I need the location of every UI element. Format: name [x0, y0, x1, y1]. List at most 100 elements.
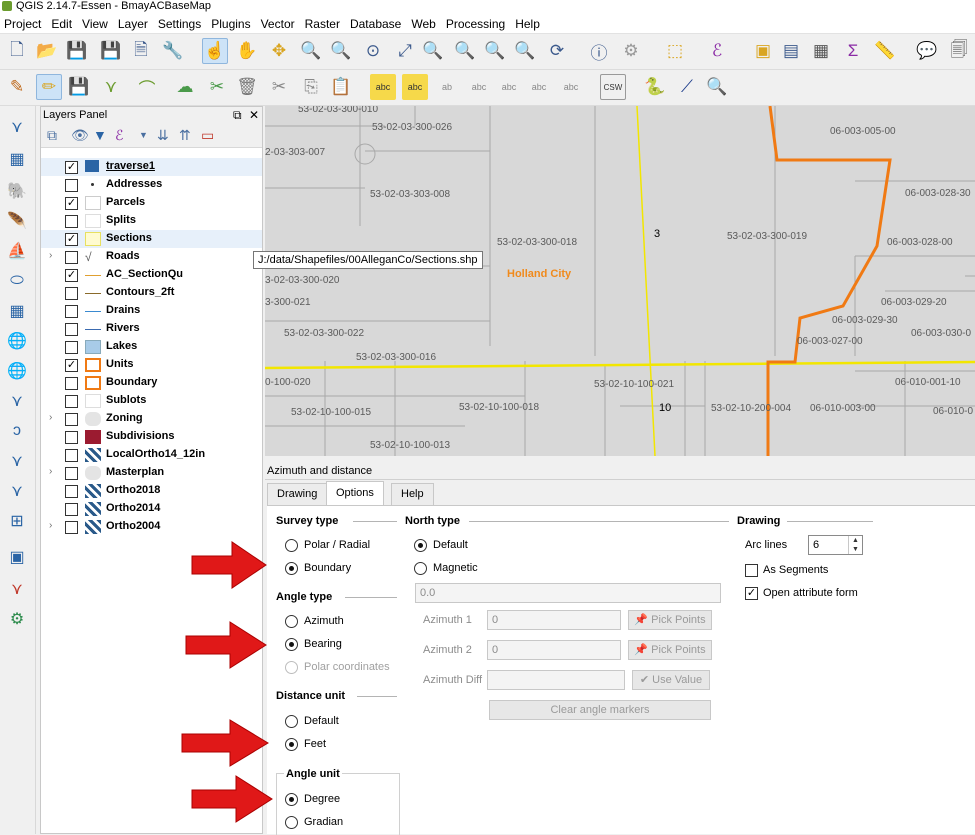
layer-visibility-checkbox[interactable]	[65, 251, 78, 264]
zoom-to-selection-icon[interactable]: 🔍	[420, 38, 446, 64]
azimuth1-field[interactable]: 0	[487, 610, 621, 630]
current-edits-icon[interactable]: ✎	[4, 74, 30, 100]
layer-row[interactable]: Subdivisions	[41, 428, 262, 446]
add-delimited-text-icon[interactable]: ⋎	[4, 388, 30, 414]
layer-visibility-checkbox[interactable]: ✓	[65, 233, 78, 246]
menu-database[interactable]: Database	[346, 17, 407, 31]
expand-chevron-icon[interactable]: ›	[49, 250, 52, 261]
radio-polar-radial[interactable]: Polar / Radial	[285, 537, 370, 553]
layer-visibility-checkbox[interactable]	[65, 341, 78, 354]
clear-angle-markers-button[interactable]: Clear angle markers	[489, 700, 711, 720]
layer-visibility-checkbox[interactable]	[65, 179, 78, 192]
layer-row[interactable]: › Ortho2004	[41, 518, 262, 536]
add-wms-layer-icon[interactable]: ▦	[4, 298, 30, 324]
toggle-editing-icon[interactable]: ✏	[36, 74, 62, 100]
paste-features-icon[interactable]: 📋	[328, 74, 354, 100]
radio-magnetic[interactable]: Magnetic	[414, 560, 478, 576]
zoom-full-icon[interactable]: ⤢	[392, 38, 418, 64]
select-features-icon[interactable]: ⬚	[662, 38, 688, 64]
python-console-icon[interactable]: 🐍	[642, 74, 668, 100]
layer-visibility-checkbox[interactable]	[65, 305, 78, 318]
new-print-composer-icon[interactable]: 🗎	[128, 38, 154, 64]
label-tool-icon[interactable]: abc	[370, 74, 396, 100]
new-project-icon[interactable]: 🗋	[4, 38, 30, 64]
layer-visibility-checkbox[interactable]	[65, 449, 78, 462]
layer-visibility-checkbox[interactable]: ✓	[65, 197, 78, 210]
tab-options[interactable]: Options	[326, 481, 384, 505]
expand-chevron-icon[interactable]: ›	[49, 412, 52, 423]
pin-labels-icon[interactable]: ab	[434, 74, 460, 100]
new-bookmark-icon[interactable]: 🗐	[946, 38, 972, 64]
magnetic-declination-field[interactable]: 0.0	[415, 583, 721, 603]
radio-distance-default[interactable]: Default	[285, 713, 339, 729]
composer-manager-icon[interactable]: 🔧	[160, 38, 186, 64]
azimuth-distance-icon[interactable]: ⟋	[674, 74, 700, 100]
plugin-tool-1-icon[interactable]: ▣	[4, 544, 30, 570]
deselect-all-icon[interactable]: ▣	[750, 38, 776, 64]
touch-zoom-pan-icon[interactable]: ☝	[202, 38, 228, 64]
layer-row[interactable]: Splits	[41, 212, 262, 230]
layer-row[interactable]: Contours_2ft	[41, 284, 262, 302]
pan-map-icon[interactable]: ✋	[234, 38, 260, 64]
azimuth-diff-field[interactable]	[487, 670, 625, 690]
layer-row[interactable]: Rivers	[41, 320, 262, 338]
move-label-icon[interactable]: abc	[496, 74, 522, 100]
copy-features-icon[interactable]: ⎘	[298, 74, 324, 100]
radio-degree[interactable]: Degree	[285, 791, 340, 807]
cut-features-icon[interactable]: ✂	[266, 74, 292, 100]
collapse-all-icon[interactable]: ⇈	[179, 127, 191, 144]
new-gpx-icon[interactable]: ⊞	[4, 508, 30, 534]
layer-visibility-checkbox[interactable]: ✓	[65, 359, 78, 372]
layer-row[interactable]: › Zoning	[41, 410, 262, 428]
layer-row[interactable]: › Masterplan	[41, 464, 262, 482]
filter-legend-icon[interactable]: ▼	[93, 127, 107, 143]
add-group-icon[interactable]: ⧉	[47, 127, 57, 144]
layer-visibility-checkbox[interactable]: ✓	[65, 161, 78, 174]
zoom-next-icon[interactable]: 🔍	[512, 38, 538, 64]
layer-visibility-checkbox[interactable]	[65, 485, 78, 498]
zoom-in-icon[interactable]: 🔍	[298, 38, 324, 64]
tab-drawing[interactable]: Drawing	[267, 483, 328, 505]
layer-visibility-checkbox[interactable]	[65, 287, 78, 300]
open-attribute-form-checkbox[interactable]: ✓ Open attribute form	[745, 585, 858, 601]
add-oracle-layer-icon[interactable]: ⬭	[4, 268, 30, 294]
rotate-label-icon[interactable]: abc	[526, 74, 552, 100]
plugin-tool-3-icon[interactable]: ⚙	[4, 606, 30, 632]
layer-visibility-checkbox[interactable]	[65, 521, 78, 534]
layer-visibility-checkbox[interactable]	[65, 413, 78, 426]
field-calculator-icon[interactable]: ▦	[808, 38, 834, 64]
change-label-icon[interactable]: abc	[558, 74, 584, 100]
add-polygon-icon[interactable]: ⌒	[134, 74, 160, 100]
layer-row[interactable]: Ortho2018	[41, 482, 262, 500]
manage-visibility-icon[interactable]: 👁	[71, 127, 89, 144]
expand-chevron-icon[interactable]: ›	[49, 466, 52, 477]
save-layer-edits-icon[interactable]: 💾	[66, 74, 92, 100]
zoom-out-icon[interactable]: 🔍	[328, 38, 354, 64]
save-project-icon[interactable]: 💾	[64, 38, 90, 64]
radio-boundary[interactable]: Boundary	[285, 560, 351, 576]
add-mssql-layer-icon[interactable]: ⛵	[4, 238, 30, 264]
add-raster-layer-icon[interactable]: ▦	[4, 146, 30, 172]
add-postgis-layer-icon[interactable]: 🐘	[4, 178, 30, 204]
map-tips-icon[interactable]: 💬	[914, 38, 940, 64]
add-spatialite-layer-icon[interactable]: 🪶	[4, 208, 30, 234]
radio-gradian[interactable]: Gradian	[285, 814, 343, 830]
add-wcs-layer-icon[interactable]: 🌐	[4, 328, 30, 354]
menu-processing[interactable]: Processing	[442, 17, 511, 31]
highlight-pinned-labels-icon[interactable]: abc	[402, 74, 428, 100]
filter-dropdown-icon[interactable]: ▼	[139, 130, 148, 140]
as-segments-checkbox[interactable]: As Segments	[745, 562, 828, 578]
menu-help[interactable]: Help	[511, 17, 546, 31]
filter-expression-icon[interactable]: ℰ	[115, 127, 123, 144]
radio-feet[interactable]: Feet	[285, 736, 326, 752]
layer-row[interactable]: ✓ Sections	[41, 230, 262, 248]
layer-visibility-checkbox[interactable]	[65, 395, 78, 408]
open-project-icon[interactable]: 📂	[34, 38, 60, 64]
menu-edit[interactable]: Edit	[47, 17, 78, 31]
radio-north-default[interactable]: Default	[414, 537, 468, 553]
layer-row[interactable]: LocalOrtho14_12in	[41, 446, 262, 464]
refresh-icon[interactable]: ⟳	[544, 38, 570, 64]
layer-row[interactable]: ✓ traverse1	[41, 158, 262, 176]
select-by-expression-icon[interactable]: ℰ	[704, 38, 730, 64]
statistics-summary-icon[interactable]: Σ	[840, 38, 866, 64]
